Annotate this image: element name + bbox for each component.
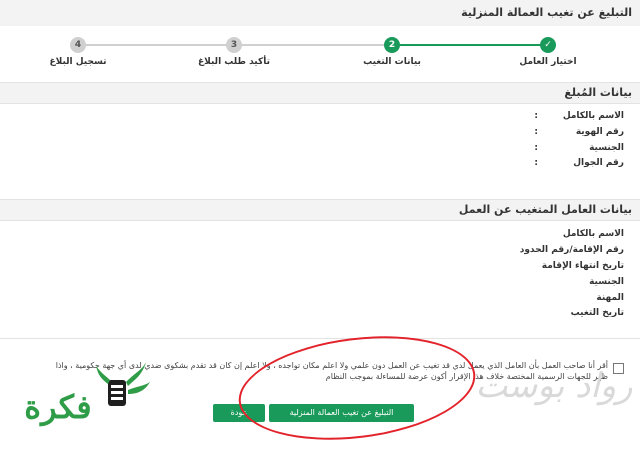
worker-occupation-field: المهنة [504,293,624,305]
step-1-check-icon: ✓ [540,37,556,53]
field-value: : [534,143,538,153]
step-3-label: تأكيد طلب البلاغ [198,57,270,67]
field-label: الاسم بالكامل [562,111,624,121]
field-value: : [534,127,538,137]
reporter-id-field: رقم الهوية : [524,127,624,139]
rowad-post-watermark: رواد بوست [475,366,633,406]
step-4-number: 4 [70,37,86,53]
worker-residency-expiry-field: تاريخ انتهاء الإقامة [504,261,624,273]
field-label: تاريخ انتهاء الإقامة [541,261,624,271]
reporter-mobile-field: رقم الجوال : [524,158,624,170]
worker-section-title: بيانات العامل المتغيب عن العمل [458,203,632,216]
field-value: : [534,158,538,168]
stepper-connector [234,44,392,46]
field-label: رقم الإقامة/رقم الحدود [519,245,624,255]
step-3-number: 3 [226,37,242,53]
stepper-connector-complete [392,44,548,46]
field-label: المهنة [596,293,624,303]
step-2-number: 2 [384,37,400,53]
worker-section-header: بيانات العامل المتغيب عن العمل [0,199,640,221]
field-label: تاريخ التغيب [570,308,624,318]
annotation-highlight-oval [232,323,482,452]
field-label: الجنسية [589,143,624,153]
page-header: التبليغ عن تغيب العمالة المنزلية [0,0,640,27]
step-4-label: تسجيل البلاغ [49,57,107,67]
page-title: التبليغ عن تغيب العمالة المنزلية [461,6,632,19]
worker-absence-date-field: تاريخ التغيب [504,308,624,320]
progress-stepper: ✓ اختيار العامل 2 بيانات التغيب 3 تأكيد … [0,26,640,80]
stepper-connector [78,44,234,46]
step-2-label: بيانات التغيب [363,57,421,67]
worker-nationality-field: الجنسية [504,277,624,289]
fikra-logo: فكرة [4,360,154,428]
divider [0,338,640,339]
step-1-label: اختيار العامل [519,57,577,67]
field-label: الاسم بالكامل [562,229,624,239]
field-label: رقم الهوية [575,127,624,137]
field-label: رقم الجوال [573,158,624,168]
worker-residency-field: رقم الإقامة/رقم الحدود [504,245,624,257]
field-label: الجنسية [589,277,624,287]
fikra-watermark-text: فكرة [24,388,92,426]
reporter-nationality-field: الجنسية : [524,143,624,155]
reporter-section-header: بيانات المُبلغ [0,82,640,104]
reporter-section-title: بيانات المُبلغ [564,86,632,99]
worker-name-field: الاسم بالكامل [504,229,624,241]
field-value: : [534,111,538,121]
reporter-name-field: الاسم بالكامل : [524,111,624,123]
